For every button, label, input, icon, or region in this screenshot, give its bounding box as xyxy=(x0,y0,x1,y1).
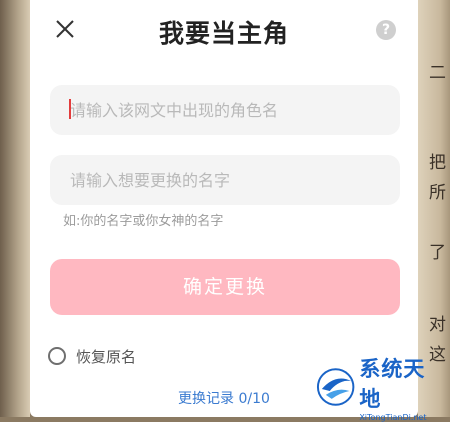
confirm-replace-button[interactable]: 确定更换 xyxy=(50,259,400,315)
dialog-title: 我要当主角 xyxy=(158,19,289,48)
background-text-char: 对 xyxy=(429,315,446,335)
watermark-brand-en: XiTongTianDi.net xyxy=(359,412,427,422)
new-name-input[interactable] xyxy=(50,155,400,205)
background-text-char: 二 xyxy=(429,63,446,83)
watermark-brand-cn: 系统天地 xyxy=(359,356,426,411)
background-text-char: 所 xyxy=(429,183,446,203)
restore-radio[interactable] xyxy=(48,347,66,365)
restore-label: 恢复原名 xyxy=(76,347,137,366)
watermark: 系统天地 XiTongTianDi.net xyxy=(314,357,446,422)
input-hint: 如:你的名字或你女神的名字 xyxy=(63,214,224,229)
restore-original-option[interactable]: 恢复原名 xyxy=(48,344,136,368)
help-icon[interactable]: ? xyxy=(376,20,396,40)
watermark-logo xyxy=(316,368,355,406)
background-book-page-left xyxy=(0,0,30,417)
role-name-input[interactable] xyxy=(50,85,400,135)
background-text-char: 了 xyxy=(429,243,446,263)
background-text-char: 把 xyxy=(429,153,446,173)
text-caret xyxy=(69,99,71,119)
